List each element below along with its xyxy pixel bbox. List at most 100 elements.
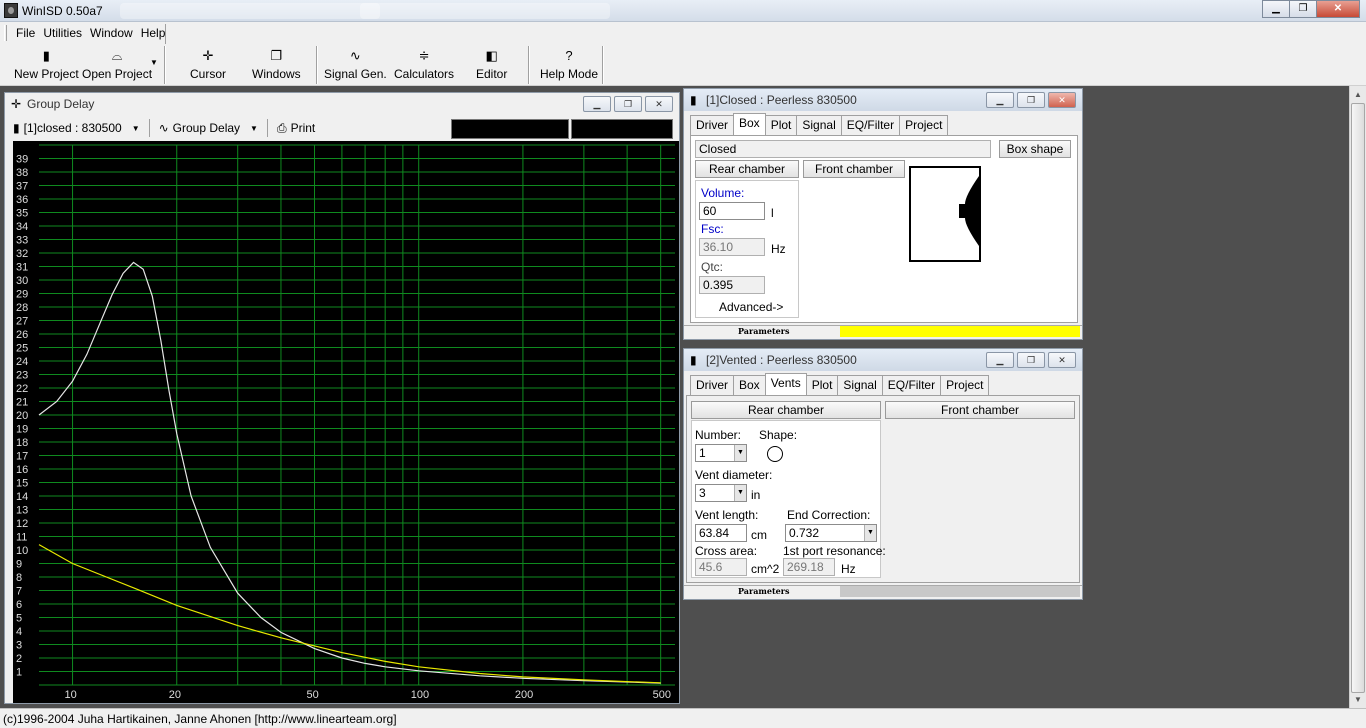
app-title: WinISD 0.50a7 xyxy=(22,4,103,18)
series-line-2 xyxy=(38,544,661,684)
tab-eq-filter[interactable]: EQ/Filter xyxy=(881,375,942,395)
volume-input[interactable]: 60 xyxy=(699,202,765,220)
maximize-icon[interactable]: ❐ xyxy=(1017,92,1045,108)
round-shape-icon[interactable] xyxy=(767,446,783,462)
rear-chamber-tab[interactable]: Rear chamber xyxy=(691,401,881,419)
menu-utilities[interactable]: Utilities xyxy=(43,26,82,40)
y-tick-label: 1 xyxy=(16,667,22,679)
cursor-readout-1 xyxy=(451,119,569,139)
advanced-link[interactable]: Advanced-> xyxy=(719,300,783,314)
chevron-down-icon[interactable]: ▼ xyxy=(734,485,746,501)
tab-project[interactable]: Project xyxy=(940,375,990,395)
cursor-button[interactable]: ✛ Cursor xyxy=(190,48,226,81)
closed-box-titlebar[interactable]: ▮ [1]Closed : Peerless 830500 ▁ ❐ ✕ xyxy=(684,89,1082,111)
status-color-bar xyxy=(840,586,1080,597)
box-shape-button[interactable]: Box shape xyxy=(999,140,1071,158)
toolbar-separator xyxy=(164,46,166,84)
open-project-dropdown[interactable]: ▼ xyxy=(150,58,158,67)
vent-length-input[interactable]: 63.84 xyxy=(695,524,747,542)
tab-eq-filter[interactable]: EQ/Filter xyxy=(840,115,901,135)
chevron-down-icon: ▼ xyxy=(250,123,258,133)
print-button[interactable]: ⎙ Print xyxy=(277,121,315,136)
vented-box-titlebar[interactable]: ▮ [2]Vented : Peerless 830500 ▁ ❐ ✕ xyxy=(684,349,1082,371)
y-tick-label: 5 xyxy=(16,613,22,625)
scroll-down-icon[interactable]: ▼ xyxy=(1350,691,1366,708)
chevron-down-icon[interactable]: ▼ xyxy=(864,525,876,541)
windows-button[interactable]: ❐ Windows xyxy=(252,48,301,81)
chevron-down-icon[interactable]: ▼ xyxy=(734,445,746,461)
menu-separator xyxy=(165,24,166,44)
vent-diameter-select[interactable]: 3 ▼ xyxy=(695,484,747,502)
minimize-icon[interactable]: ▁ xyxy=(986,92,1014,108)
menu-help[interactable]: Help xyxy=(141,26,166,40)
y-tick-label: 11 xyxy=(16,532,27,544)
tab-plot[interactable]: Plot xyxy=(764,115,798,135)
box-type-field[interactable]: Closed xyxy=(695,140,991,158)
group-delay-plot[interactable]: 1234567891011121314151617181920212223242… xyxy=(13,141,679,703)
group-delay-titlebar[interactable]: ✛ Group Delay ▁ ❐ ✕ xyxy=(5,93,679,115)
front-chamber-tab[interactable]: Front chamber xyxy=(803,160,905,178)
cross-area-field[interactable]: 45.6 xyxy=(695,558,747,576)
editor-button[interactable]: ◧ Editor xyxy=(476,48,507,81)
port-resonance-unit: Hz xyxy=(841,562,856,576)
y-tick-label: 38 xyxy=(16,167,28,179)
window-title: [2]Vented : Peerless 830500 xyxy=(706,353,857,367)
scroll-up-icon[interactable]: ▲ xyxy=(1350,86,1366,103)
volume-label: Volume: xyxy=(701,186,745,200)
number-label: Number: xyxy=(695,428,742,442)
tab-signal[interactable]: Signal xyxy=(837,375,883,395)
speaker-icon: ◧ xyxy=(485,48,498,63)
front-chamber-tab[interactable]: Front chamber xyxy=(885,401,1075,419)
minimize-icon[interactable]: ▁ xyxy=(1262,0,1290,18)
tab-signal[interactable]: Signal xyxy=(796,115,842,135)
calculator-icon: ≑ xyxy=(418,48,430,63)
tab-box[interactable]: Box xyxy=(733,113,766,135)
tab-driver[interactable]: Driver xyxy=(690,375,734,395)
fsc-field[interactable]: 36.10 xyxy=(699,238,765,256)
plot-type-select[interactable]: ∿ Group Delay ▼ xyxy=(159,121,258,135)
rear-chamber-tab[interactable]: Rear chamber xyxy=(695,160,799,178)
y-tick-label: 3 xyxy=(16,640,22,652)
y-tick-label: 27 xyxy=(16,316,28,328)
open-project-button[interactable]: ⌓ Open Project xyxy=(82,48,152,81)
end-correction-label: End Correction: xyxy=(787,508,871,522)
close-icon[interactable]: ✕ xyxy=(645,96,673,112)
speaker-icon: ▮ xyxy=(690,93,697,107)
end-correction-select[interactable]: 0.732 ▼ xyxy=(785,524,877,542)
y-tick-label: 23 xyxy=(16,370,28,382)
help-mode-button[interactable]: ? Help Mode xyxy=(540,48,598,81)
number-select[interactable]: 1 ▼ xyxy=(695,444,747,462)
menu-grip[interactable] xyxy=(4,25,7,41)
app-icon[interactable] xyxy=(4,3,18,18)
tab-box[interactable]: Box xyxy=(733,375,766,395)
project-select[interactable]: ▮ [1]closed : 830500 ▼ xyxy=(13,121,140,135)
close-icon[interactable]: ✕ xyxy=(1048,352,1076,368)
menu-file[interactable]: File xyxy=(16,26,35,40)
calculators-button[interactable]: ≑ Calculators xyxy=(394,48,454,81)
qtc-field[interactable]: 0.395 xyxy=(699,276,765,294)
maximize-icon[interactable]: ❐ xyxy=(614,96,642,112)
scroll-thumb[interactable] xyxy=(1351,103,1365,693)
maximize-icon[interactable]: ❐ xyxy=(1017,352,1045,368)
close-icon[interactable]: ✕ xyxy=(1048,92,1076,108)
y-tick-label: 18 xyxy=(16,437,28,449)
tab-project[interactable]: Project xyxy=(899,115,949,135)
port-resonance-field[interactable]: 269.18 xyxy=(783,558,835,576)
mdi-scrollbar[interactable]: ▲ ▼ xyxy=(1349,86,1366,708)
tab-plot[interactable]: Plot xyxy=(805,375,839,395)
qtc-label: Qtc: xyxy=(701,260,724,274)
new-project-button[interactable]: ▮ New Project xyxy=(14,48,79,81)
series-line-1 xyxy=(38,261,661,684)
minimize-icon[interactable]: ▁ xyxy=(583,96,611,112)
tab-driver[interactable]: Driver xyxy=(690,115,734,135)
maximize-icon[interactable]: ❐ xyxy=(1289,0,1317,18)
minimize-icon[interactable]: ▁ xyxy=(986,352,1014,368)
toolbar-separator xyxy=(316,46,318,84)
y-tick-label: 6 xyxy=(16,599,22,611)
close-icon[interactable]: ✕ xyxy=(1316,0,1360,18)
menu-window[interactable]: Window xyxy=(90,26,133,40)
y-tick-label: 28 xyxy=(16,302,28,314)
tab-vents[interactable]: Vents xyxy=(764,373,807,395)
closed-box-window: ▮ [1]Closed : Peerless 830500 ▁ ❐ ✕ Driv… xyxy=(683,88,1083,340)
signal-gen-button[interactable]: ∿ Signal Gen. xyxy=(324,48,387,81)
